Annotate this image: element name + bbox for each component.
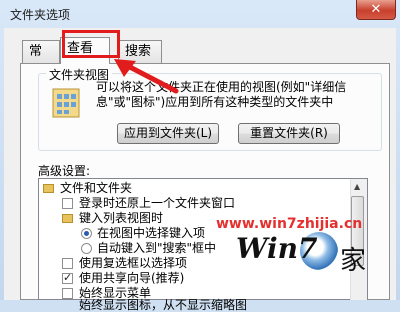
checkbox-restore-windows[interactable] <box>62 198 73 209</box>
list-item-type-into-search[interactable]: 自动键入到"搜索"框中 <box>97 241 216 255</box>
folder-view-icon <box>52 88 80 118</box>
radio-type-into-search[interactable] <box>81 243 92 254</box>
list-item-select-typed-item[interactable]: 在视图中选择键入项 <box>97 226 205 240</box>
apply-to-folders-button[interactable]: 应用到文件夹(L) <box>117 123 219 144</box>
list-item-use-check-boxes[interactable]: 使用复选框以选择项 <box>79 256 187 270</box>
checkbox-use-check-boxes[interactable] <box>62 258 73 269</box>
folder-icon <box>43 184 54 193</box>
reset-folders-button[interactable]: 重置文件夹(R) <box>238 123 340 144</box>
watermark-suffix: 家 <box>340 246 367 276</box>
radio-select-typed-item[interactable] <box>81 228 92 239</box>
red-arrow-icon <box>114 59 179 94</box>
list-item-restore-windows[interactable]: 登录时还原上一个文件夹窗口 <box>79 196 235 210</box>
watermark-url: www.win7zhijia.cn <box>216 216 363 232</box>
list-item-sharing-wizard[interactable]: 使用共享向导(推荐) <box>79 271 184 285</box>
window-title: 文件夹选项 <box>10 8 71 22</box>
tab-general[interactable]: 常规 <box>22 40 60 81</box>
list-item-always-show-icons[interactable]: 始终显示图标，从不显示缩略图 <box>79 298 247 312</box>
highlight-box <box>62 30 120 58</box>
list-item-files-and-folders: 文件和文件夹 <box>60 181 133 195</box>
checkbox-always-show-menus[interactable] <box>62 288 73 299</box>
checkbox-sharing-wizard[interactable] <box>62 271 73 284</box>
watermark-logo-text: Win7 <box>236 232 318 265</box>
title-bar[interactable]: 文件夹选项 ✕ <box>0 0 400 28</box>
close-button[interactable]: ✕ <box>356 0 396 20</box>
advanced-settings-label: 高级设置: <box>38 164 91 178</box>
list-item-typing-list-view: 键入列表视图时 <box>79 211 164 225</box>
folder-icon <box>62 214 73 223</box>
scroll-up-arrow-icon[interactable]: ▲ <box>354 182 360 191</box>
